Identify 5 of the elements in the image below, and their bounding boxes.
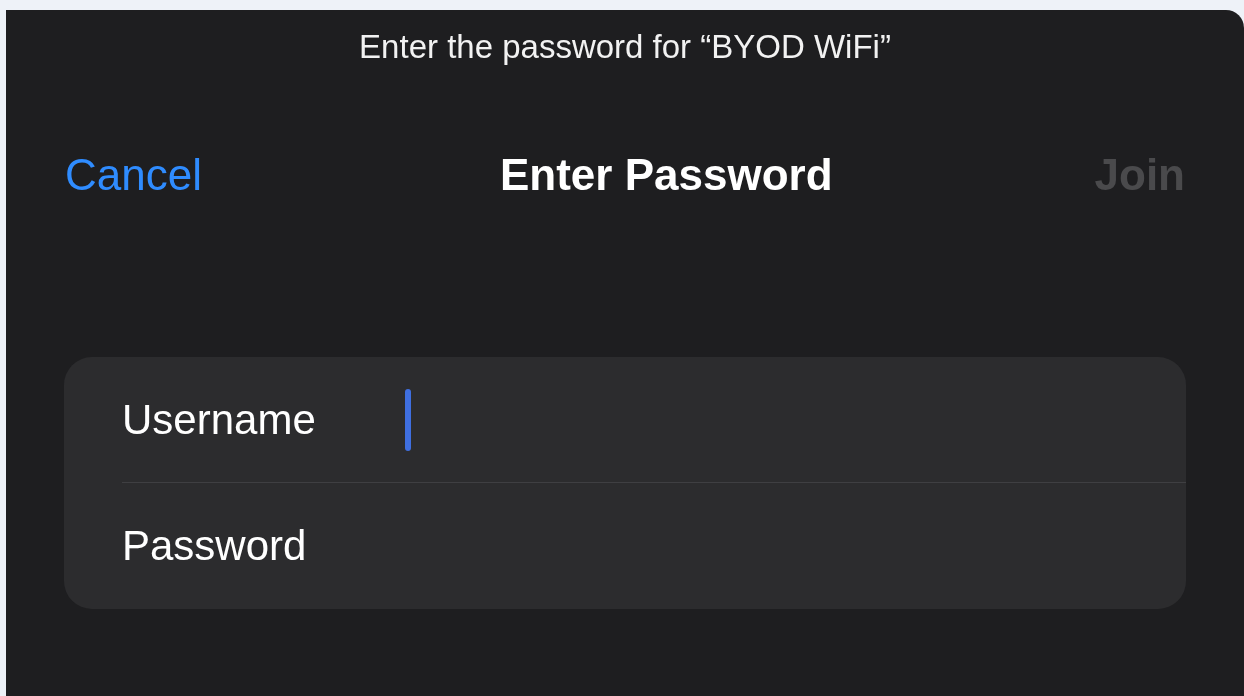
field-label: Password (122, 525, 308, 567)
dialog-title: Enter Password (499, 153, 833, 197)
field-label: Username (122, 398, 317, 441)
prompt-text: Enter the password for “BYOD WiFi” (359, 29, 891, 63)
cancel-button[interactable]: Cancel (65, 153, 202, 197)
